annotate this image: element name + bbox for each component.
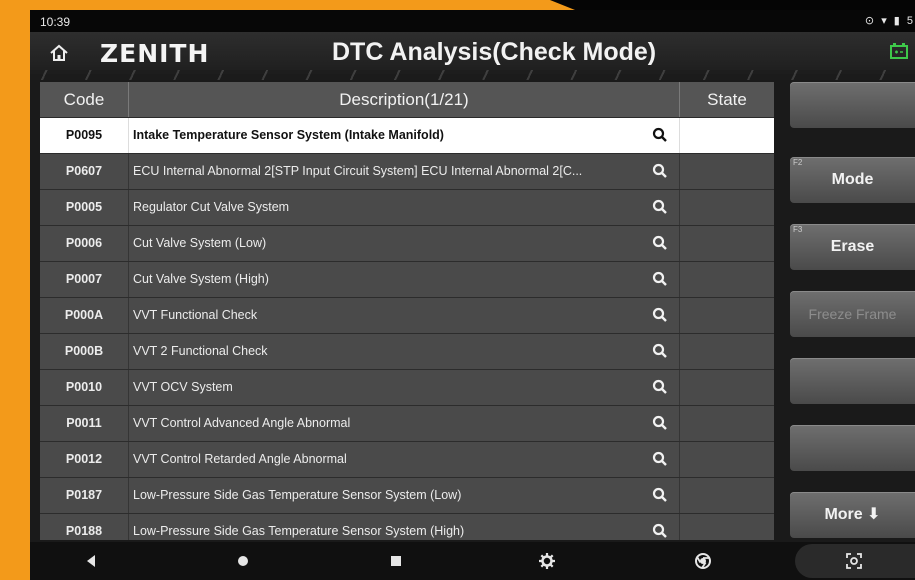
table-row[interactable]: P0012 VVT Control Retarded Angle Abnorma… — [40, 442, 774, 478]
dtc-description: VVT 2 Functional Check — [133, 344, 268, 358]
dtc-code: P0005 — [40, 190, 129, 225]
dtc-description: ECU Internal Abnormal 2[STP Input Circui… — [133, 164, 583, 178]
column-header-state: State — [707, 90, 747, 109]
header-divider — [30, 70, 915, 80]
dtc-state — [679, 190, 774, 225]
dtc-code: P0095 — [40, 118, 129, 153]
search-icon[interactable] — [652, 127, 668, 143]
search-icon[interactable] — [652, 199, 668, 215]
dtc-code: P000A — [40, 298, 129, 333]
f2-key-label: F2 — [793, 158, 803, 167]
more-button-label: More ⬇ — [824, 506, 881, 523]
mode-button-label: Mode — [831, 171, 874, 188]
vehicle-battery-icon — [890, 43, 908, 59]
table-row[interactable]: P0010 VVT OCV System — [40, 370, 774, 406]
settings-gear-icon[interactable] — [538, 552, 556, 570]
dtc-description: Intake Temperature Sensor System (Intake… — [133, 128, 444, 142]
browser-icon[interactable] — [694, 552, 712, 570]
table-row[interactable]: P0006 Cut Valve System (Low) — [40, 226, 774, 262]
search-icon[interactable] — [652, 307, 668, 323]
f1-button[interactable] — [790, 82, 915, 128]
f3-key-label: F3 — [793, 225, 803, 234]
tablet-screen: 10:39 ⊙ ▾ ▮ 5 ZENITH DTC Analysis(Check … — [30, 10, 915, 580]
dtc-code: P0011 — [40, 406, 129, 441]
dtc-code: P0012 — [40, 442, 129, 477]
table-row[interactable]: P0607 ECU Internal Abnormal 2[STP Input … — [40, 154, 774, 190]
table-body: P0095 Intake Temperature Sensor System (… — [40, 118, 774, 540]
status-icons: ⊙ ▾ ▮ 5 — [864, 15, 915, 27]
dtc-description: VVT Functional Check — [133, 308, 258, 322]
search-icon[interactable] — [652, 343, 668, 359]
table-row[interactable]: P0007 Cut Valve System (High) — [40, 262, 774, 298]
search-icon[interactable] — [652, 415, 668, 431]
dtc-code: P0188 — [40, 514, 129, 540]
back-icon[interactable] — [82, 552, 100, 570]
mode-button[interactable]: F2 Mode — [790, 157, 915, 203]
dtc-state — [679, 406, 774, 441]
screenshot-button[interactable] — [795, 544, 915, 578]
home-circle-icon[interactable] — [234, 552, 252, 570]
dtc-description: Cut Valve System (Low) — [133, 236, 267, 250]
dtc-state — [679, 514, 774, 540]
dtc-state — [679, 370, 774, 405]
dtc-state — [679, 262, 774, 297]
search-icon[interactable] — [652, 523, 668, 539]
dtc-code: P0010 — [40, 370, 129, 405]
erase-button[interactable]: F3 Erase — [790, 224, 915, 270]
recent-apps-icon[interactable] — [387, 552, 405, 570]
dtc-table: Code Description(1/21) State P0095 Intak… — [40, 82, 774, 540]
dtc-code: P0607 — [40, 154, 129, 189]
dtc-description: Low-Pressure Side Gas Temperature Sensor… — [133, 524, 465, 538]
table-header: Code Description(1/21) State — [40, 82, 774, 118]
column-header-description: Description(1/21) — [129, 82, 680, 117]
frame-edge — [0, 0, 560, 10]
dtc-description: VVT Control Advanced Angle Abnormal — [133, 416, 351, 430]
dtc-description: Regulator Cut Valve System — [133, 200, 290, 214]
page-title: DTC Analysis(Check Mode) — [332, 38, 657, 66]
dtc-state — [679, 442, 774, 477]
dtc-code: P0007 — [40, 262, 129, 297]
status-bar: 10:39 ⊙ ▾ ▮ 5 — [30, 10, 915, 32]
dtc-description: VVT Control Retarded Angle Abnormal — [133, 452, 347, 466]
search-icon[interactable] — [652, 451, 668, 467]
table-row[interactable]: P0095 Intake Temperature Sensor System (… — [40, 118, 774, 154]
search-icon[interactable] — [652, 235, 668, 251]
search-icon[interactable] — [652, 487, 668, 503]
dtc-state — [679, 478, 774, 513]
dtc-state — [679, 118, 774, 153]
erase-button-label: Erase — [830, 238, 875, 255]
dtc-state — [679, 334, 774, 369]
search-icon[interactable] — [652, 163, 668, 179]
dtc-code: P0006 — [40, 226, 129, 261]
title-bar: ZENITH DTC Analysis(Check Mode) — [30, 32, 915, 74]
system-nav-bar — [30, 542, 915, 580]
search-icon[interactable] — [652, 379, 668, 395]
dtc-code: P0187 — [40, 478, 129, 513]
status-time: 10:39 — [40, 15, 71, 29]
brand-logo: ZENITH — [100, 39, 210, 68]
dtc-description: VVT OCV System — [133, 380, 233, 394]
dtc-description: Cut Valve System (High) — [133, 272, 269, 286]
search-icon[interactable] — [652, 271, 668, 287]
column-header-code: Code — [40, 82, 129, 117]
table-row[interactable]: P0187 Low-Pressure Side Gas Temperature … — [40, 478, 774, 514]
function-key-panel: F2 Mode F3 Erase Freeze Frame More ⬇ — [790, 82, 915, 542]
dtc-state — [679, 298, 774, 333]
f5-button[interactable] — [790, 358, 915, 404]
more-button[interactable]: More ⬇ — [790, 492, 915, 538]
table-row[interactable]: P0188 Low-Pressure Side Gas Temperature … — [40, 514, 774, 540]
dtc-state — [679, 154, 774, 189]
freeze-frame-button[interactable]: Freeze Frame — [790, 291, 915, 337]
dtc-state — [679, 226, 774, 261]
screenshot-icon — [846, 553, 862, 569]
freeze-frame-button-label: Freeze Frame — [808, 306, 897, 322]
table-row[interactable]: P0011 VVT Control Advanced Angle Abnorma… — [40, 406, 774, 442]
table-row[interactable]: P0005 Regulator Cut Valve System — [40, 190, 774, 226]
dtc-code: P000B — [40, 334, 129, 369]
home-icon[interactable] — [48, 42, 70, 64]
f6-button[interactable] — [790, 425, 915, 471]
table-row[interactable]: P000A VVT Functional Check — [40, 298, 774, 334]
table-row[interactable]: P000B VVT 2 Functional Check — [40, 334, 774, 370]
dtc-description: Low-Pressure Side Gas Temperature Sensor… — [133, 488, 462, 502]
